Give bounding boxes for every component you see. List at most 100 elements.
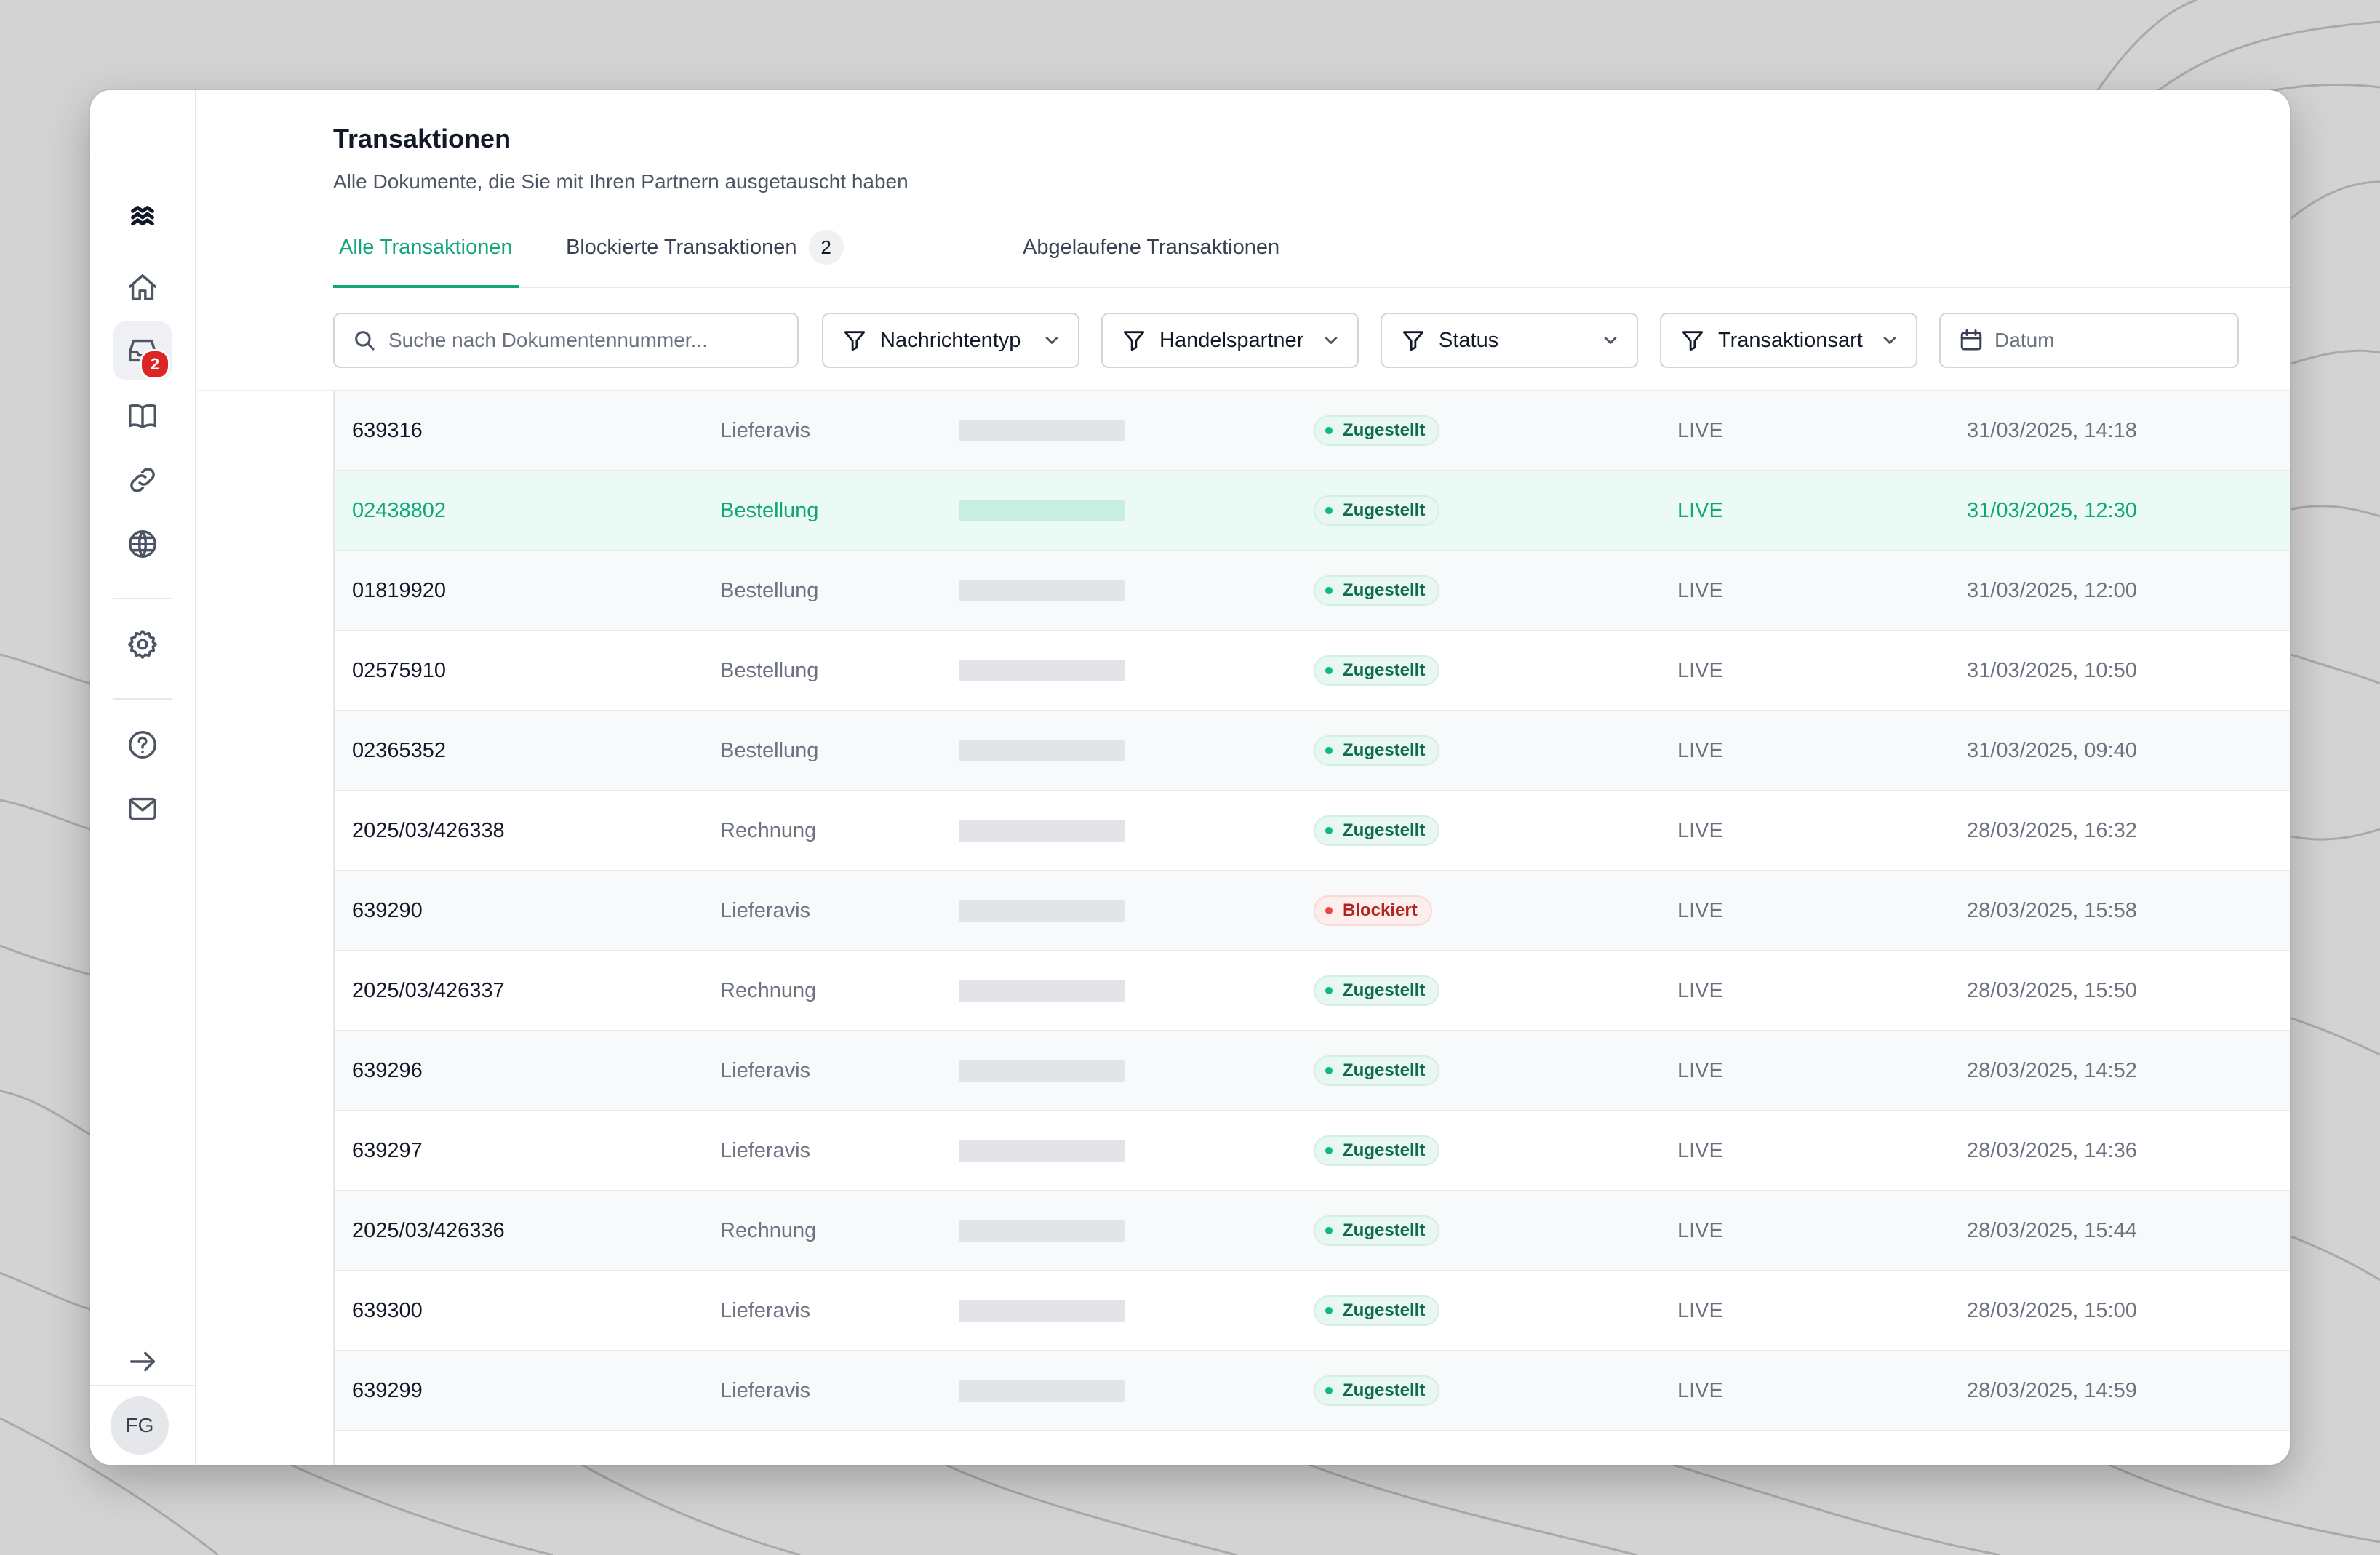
sidebar-divider <box>113 598 172 599</box>
book-icon[interactable] <box>113 387 172 445</box>
arrow-right-icon[interactable] <box>113 1332 172 1391</box>
transaction-type-filter[interactable]: Transaktionsart <box>1660 313 1917 368</box>
table-row[interactable]: 02438802 Bestellung Zugestellt LIVE 31/03/20… <box>335 471 2290 551</box>
environment: LIVE <box>1677 1138 1723 1162</box>
trading-partner-filter[interactable]: Handelspartner <box>1101 313 1359 368</box>
redacted-bar <box>959 1060 1125 1082</box>
avatar[interactable]: FG <box>111 1396 169 1455</box>
table-row[interactable]: 639296 Lieferavis Zugestellt LIVE 28/03/2025… <box>335 1031 2290 1111</box>
help-icon[interactable] <box>113 716 172 774</box>
message-type: Rechnung <box>720 818 817 842</box>
status-filter[interactable]: Status <box>1381 313 1638 368</box>
status-cell: Zugestellt <box>1314 791 1440 870</box>
chevron-down-icon <box>1045 337 1058 344</box>
funnel-icon <box>1682 331 1704 351</box>
document-number[interactable]: 02365352 <box>352 711 446 790</box>
logo-icon[interactable] <box>116 191 169 243</box>
status-cell: Zugestellt <box>1314 711 1440 790</box>
date-filter[interactable]: Datum <box>1939 313 2239 368</box>
table-row[interactable] <box>335 1431 2290 1465</box>
table-row[interactable]: 639297 Lieferavis Zugestellt LIVE 28/03/2025… <box>335 1111 2290 1191</box>
redacted-partner <box>959 631 1125 710</box>
message-type: Lieferavis <box>720 1378 811 1402</box>
document-number[interactable]: 639296 <box>352 1031 423 1110</box>
environment: LIVE <box>1677 498 1723 522</box>
document-number[interactable]: 2025/03/426336 <box>352 1191 505 1270</box>
link-icon[interactable] <box>113 451 172 509</box>
status-dot <box>1325 427 1333 434</box>
filter-label: Status <box>1439 328 1499 352</box>
status-badge: Zugestellt <box>1314 655 1440 686</box>
redacted-bar <box>959 580 1125 601</box>
environment: LIVE <box>1677 898 1723 922</box>
tab-expired-transactions[interactable]: Abgelaufene Transaktionen <box>1023 225 1279 285</box>
table-row[interactable]: 2025/03/426336 Rechnung Zugestellt LIVE 28/0… <box>335 1191 2290 1271</box>
status-cell: Zugestellt <box>1314 951 1440 1030</box>
chevron-down-icon <box>1604 337 1617 344</box>
tab-all-transactions[interactable]: Alle Transaktionen <box>333 225 519 288</box>
document-number[interactable]: 639316 <box>352 391 423 470</box>
redacted-partner <box>959 1271 1125 1350</box>
timestamp: 31/03/2025, 14:18 <box>1967 418 2137 442</box>
document-number[interactable]: 2025/03/426337 <box>352 951 505 1030</box>
document-number[interactable]: 2025/03/426338 <box>352 791 505 870</box>
status-label: Zugestellt <box>1343 1380 1426 1400</box>
search-input[interactable] <box>387 328 783 353</box>
status-cell: Zugestellt <box>1314 391 1440 470</box>
document-number[interactable]: 01819920 <box>352 551 446 630</box>
status-badge: Zugestellt <box>1314 1215 1440 1246</box>
message-type: Lieferavis <box>720 1138 811 1162</box>
timestamp: 28/03/2025, 14:59 <box>1967 1378 2137 1402</box>
table-row[interactable]: 2025/03/426338 Rechnung Zugestellt LIVE 28/0… <box>335 791 2290 871</box>
redacted-bar <box>959 1380 1125 1402</box>
funnel-icon <box>1402 331 1424 351</box>
environment: LIVE <box>1677 578 1723 602</box>
document-number[interactable]: 02575910 <box>352 631 446 710</box>
redacted-partner <box>959 1351 1125 1430</box>
search-icon <box>355 331 375 351</box>
message-type: Rechnung <box>720 1218 817 1242</box>
funnel-icon <box>1123 331 1145 351</box>
status-badge: Blockiert <box>1314 895 1432 926</box>
status-label: Zugestellt <box>1343 660 1426 680</box>
table-row[interactable]: 639300 Lieferavis Zugestellt LIVE 28/03/2025… <box>335 1271 2290 1351</box>
status-badge: Zugestellt <box>1314 1375 1440 1406</box>
tab-blocked-transactions[interactable]: Blockierte Transaktionen 2 <box>566 225 844 285</box>
environment: LIVE <box>1677 1058 1723 1082</box>
inbox-icon[interactable]: 2 <box>113 321 172 380</box>
table-row[interactable]: 639299 Lieferavis Zugestellt LIVE 28/03/2025… <box>335 1351 2290 1431</box>
document-number[interactable]: 02438802 <box>352 471 446 550</box>
home-icon[interactable] <box>113 259 172 317</box>
document-number[interactable]: 639299 <box>352 1351 423 1430</box>
redacted-partner <box>959 471 1125 550</box>
table-row[interactable]: 2025/03/426337 Rechnung Zugestellt LIVE 28/0… <box>335 951 2290 1031</box>
table-row[interactable]: 02365352 Bestellung Zugestellt LIVE 31/03/20… <box>335 711 2290 791</box>
redacted-partner <box>959 951 1125 1030</box>
document-number[interactable]: 639300 <box>352 1271 423 1350</box>
table-row[interactable]: 639316 Lieferavis Zugestellt LIVE 31/03/2025… <box>335 391 2290 471</box>
environment: LIVE <box>1677 418 1723 442</box>
message-type: Bestellung <box>720 578 819 602</box>
timestamp: 28/03/2025, 16:32 <box>1967 818 2137 842</box>
mail-icon[interactable] <box>113 780 172 838</box>
document-number[interactable]: 639297 <box>352 1111 423 1190</box>
main-content: Transaktionen Alle Dokumente, die Sie mi… <box>195 90 2290 1465</box>
settings-icon[interactable] <box>113 615 172 673</box>
status-cell: Zugestellt <box>1314 1191 1440 1270</box>
table-row[interactable]: 639290 Lieferavis Blockiert LIVE 28/03/2025,… <box>335 871 2290 951</box>
table-row[interactable]: 01819920 Bestellung Zugestellt LIVE 31/03/20… <box>335 551 2290 631</box>
document-number[interactable]: 639290 <box>352 871 423 950</box>
tab-count-badge: 2 <box>808 230 844 265</box>
transactions-table: 639316 Lieferavis Zugestellt LIVE 31/03/2025… <box>333 391 2290 1465</box>
status-label: Zugestellt <box>1343 580 1426 600</box>
message-type-filter[interactable]: Nachrichtentyp <box>822 313 1079 368</box>
chevron-down-icon <box>1883 337 1896 344</box>
calendar-icon <box>1960 329 1982 351</box>
globe-icon[interactable] <box>113 515 172 573</box>
timestamp: 31/03/2025, 09:40 <box>1967 738 2137 762</box>
table-row[interactable]: 02575910 Bestellung Zugestellt LIVE 31/03/20… <box>335 631 2290 711</box>
page-title: Transaktionen <box>333 124 511 153</box>
status-dot <box>1325 1147 1333 1154</box>
status-cell: Zugestellt <box>1314 1111 1440 1190</box>
status-dot <box>1325 1307 1333 1314</box>
